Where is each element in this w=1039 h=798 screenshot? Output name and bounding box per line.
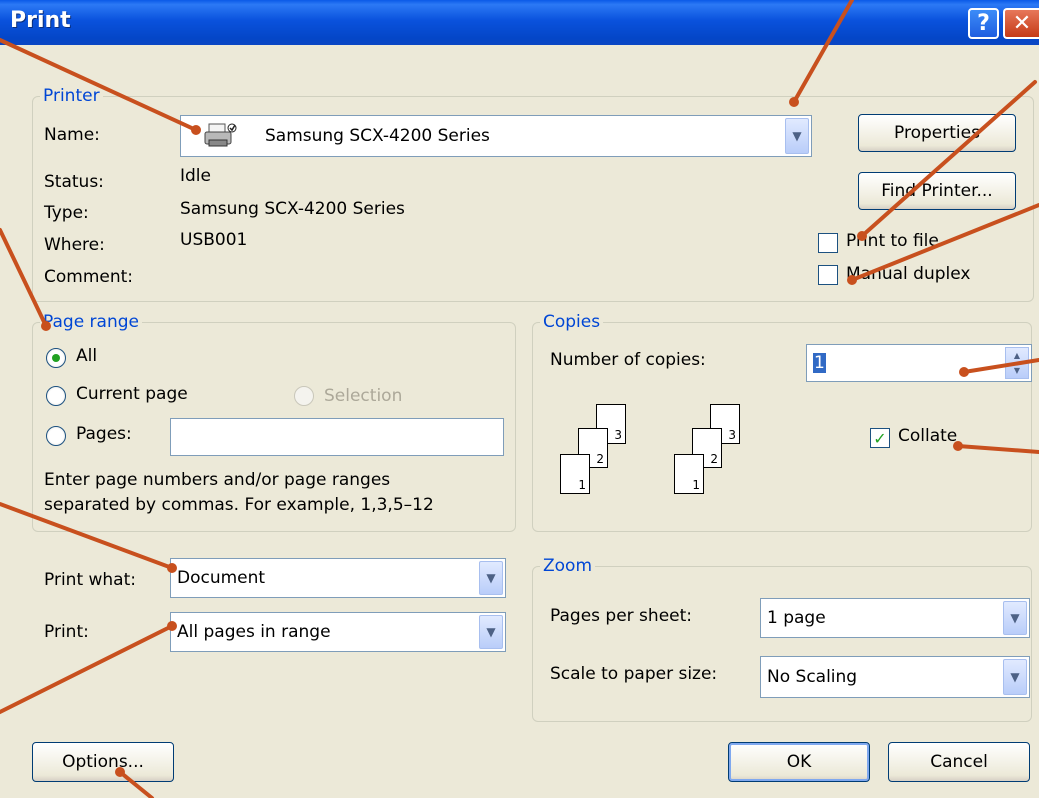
window-title: Print bbox=[10, 8, 71, 33]
collate-label[interactable]: Collate bbox=[898, 426, 957, 446]
chevron-down-icon[interactable]: ▼ bbox=[479, 615, 503, 649]
comment-label: Comment: bbox=[44, 267, 134, 287]
manual-duplex-checkbox[interactable] bbox=[818, 265, 838, 285]
spinner-arrows-icon[interactable]: ▲ ▼ bbox=[1005, 347, 1029, 379]
where-label: Where: bbox=[44, 235, 105, 255]
chevron-down-icon[interactable]: ▼ bbox=[479, 561, 503, 595]
number-of-copies-label: Number of copies: bbox=[550, 350, 706, 370]
stack-page: 1 bbox=[674, 454, 704, 494]
scale-to-paper-value: No Scaling bbox=[767, 667, 858, 687]
type-label: Type: bbox=[44, 203, 89, 223]
collate-checkbox[interactable]: ✓ bbox=[870, 428, 890, 448]
radio-pages[interactable] bbox=[46, 426, 66, 446]
scale-to-paper-label: Scale to paper size: bbox=[550, 664, 718, 684]
close-button[interactable]: ✕ bbox=[1003, 8, 1039, 39]
status-label: Status: bbox=[44, 172, 104, 192]
collate-stack-right: 3 2 1 bbox=[670, 404, 750, 514]
radio-current-page-label[interactable]: Current page bbox=[76, 384, 188, 404]
radio-all-label[interactable]: All bbox=[76, 346, 97, 366]
collate-stack-left: 3 2 1 bbox=[556, 404, 636, 514]
printer-name-dropdown[interactable]: Samsung SCX-4200 Series ▼ bbox=[180, 115, 812, 157]
scale-to-paper-dropdown[interactable]: No Scaling ▼ bbox=[760, 656, 1030, 698]
number-of-copies-input[interactable]: 1 ▲ ▼ bbox=[806, 344, 1032, 382]
pages-per-sheet-value: 1 page bbox=[767, 608, 826, 628]
printer-name-label: Name: bbox=[44, 125, 100, 145]
print-to-file-checkbox[interactable] bbox=[818, 233, 838, 253]
chevron-down-icon[interactable]: ▼ bbox=[1003, 659, 1027, 695]
copies-legend: Copies bbox=[540, 312, 604, 332]
where-value: USB001 bbox=[180, 230, 248, 250]
cancel-button[interactable]: Cancel bbox=[888, 742, 1030, 782]
printer-group-legend: Printer bbox=[40, 86, 103, 106]
print-label: Print: bbox=[44, 622, 89, 642]
pages-per-sheet-dropdown[interactable]: 1 page ▼ bbox=[760, 598, 1030, 638]
radio-all[interactable] bbox=[46, 348, 66, 368]
pages-input[interactable] bbox=[170, 418, 504, 456]
help-button[interactable]: ? bbox=[968, 8, 999, 39]
print-what-label: Print what: bbox=[44, 570, 136, 590]
print-value: All pages in range bbox=[177, 622, 331, 642]
find-printer-button[interactable]: Find Printer... bbox=[858, 172, 1016, 210]
radio-selection bbox=[294, 386, 314, 406]
ok-button[interactable]: OK bbox=[728, 742, 870, 782]
radio-pages-label[interactable]: Pages: bbox=[76, 424, 132, 444]
radio-selection-label: Selection bbox=[324, 386, 403, 406]
status-value: Idle bbox=[180, 166, 211, 186]
type-value: Samsung SCX-4200 Series bbox=[180, 199, 405, 219]
page-range-hint-line2: separated by commas. For example, 1,3,5–… bbox=[44, 495, 434, 515]
print-dropdown[interactable]: All pages in range ▼ bbox=[170, 612, 506, 652]
pages-per-sheet-label: Pages per sheet: bbox=[550, 606, 693, 626]
properties-button[interactable]: Properties bbox=[858, 114, 1016, 152]
print-to-file-label[interactable]: Print to file bbox=[846, 231, 939, 251]
zoom-group bbox=[532, 566, 1032, 722]
chevron-down-icon[interactable]: ▼ bbox=[785, 118, 809, 154]
radio-current-page[interactable] bbox=[46, 386, 66, 406]
page-range-hint-line1: Enter page numbers and/or page ranges bbox=[44, 470, 391, 490]
page-range-legend: Page range bbox=[40, 312, 142, 332]
printer-icon bbox=[203, 122, 239, 150]
zoom-legend: Zoom bbox=[540, 556, 596, 576]
stack-page: 1 bbox=[560, 454, 590, 494]
options-button[interactable]: Options... bbox=[32, 742, 174, 782]
chevron-down-icon[interactable]: ▼ bbox=[1003, 601, 1027, 635]
manual-duplex-label[interactable]: Manual duplex bbox=[846, 264, 970, 284]
print-what-dropdown[interactable]: Document ▼ bbox=[170, 558, 506, 598]
title-bar: Print ? ✕ bbox=[0, 0, 1039, 45]
print-what-value: Document bbox=[177, 568, 266, 588]
number-of-copies-value: 1 bbox=[813, 353, 826, 373]
printer-name-value: Samsung SCX-4200 Series bbox=[265, 126, 490, 146]
